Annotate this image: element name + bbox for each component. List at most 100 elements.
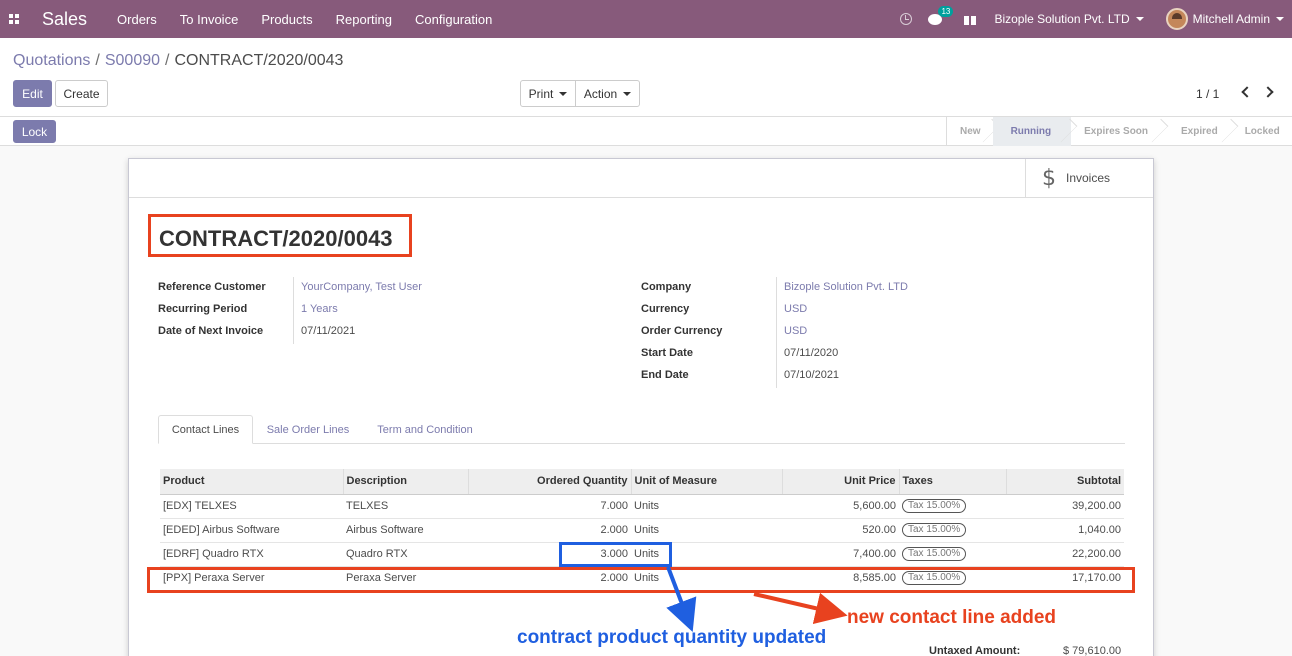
- recurring-period-link[interactable]: 1 Years: [301, 303, 338, 315]
- tax-badge: Tax 15.00%: [902, 523, 967, 537]
- field-label-currency: Currency: [641, 303, 690, 315]
- field-label-start-date: Start Date: [641, 347, 693, 359]
- cell-taxes: Tax 15.00%: [899, 518, 1006, 543]
- company-link[interactable]: Bizople Solution Pvt. LTD: [784, 281, 908, 293]
- company-switcher[interactable]: Bizople Solution Pvt. LTD: [994, 12, 1144, 26]
- column-header-subtotal[interactable]: Subtotal: [1006, 469, 1124, 495]
- end-date-value: 07/10/2021: [784, 369, 840, 381]
- action-dropdown[interactable]: Action: [575, 80, 640, 107]
- breadcrumb-separator: /: [95, 52, 100, 69]
- lock-button[interactable]: Lock: [13, 120, 56, 143]
- annotation-new-line: new contact line added: [847, 607, 1057, 628]
- table-row[interactable]: [EDX] TELXES TELXES 7.000 Units 5,600.00…: [160, 494, 1124, 519]
- table-header-row: Product Description Ordered Quantity Uni…: [160, 469, 1124, 495]
- order-currency-link[interactable]: USD: [784, 325, 807, 337]
- apps-menu-icon[interactable]: [0, 0, 28, 38]
- message-count-badge: 13: [938, 5, 954, 17]
- action-label: Action: [583, 86, 618, 101]
- invoices-smart-button[interactable]: $ Invoices: [1025, 159, 1153, 197]
- column-header-description[interactable]: Description: [343, 469, 469, 495]
- status-running[interactable]: Running: [992, 117, 1072, 146]
- caret-down-icon: [559, 91, 568, 96]
- messages-chat-icon[interactable]: 13: [928, 5, 954, 25]
- next-invoice-date-value: 07/11/2021: [301, 325, 356, 337]
- top-navbar: Sales Orders To Invoice Products Reporti…: [0, 0, 1292, 38]
- status-locked[interactable]: Locked: [1232, 117, 1288, 146]
- breadcrumb-order[interactable]: S00090: [105, 52, 160, 69]
- cell-subtotal: 39,200.00: [1006, 494, 1124, 519]
- breadcrumb: Quotations / S00090/CONTRACT/2020/0043: [13, 52, 343, 70]
- quantity-highlight-box: [559, 542, 672, 567]
- edit-button[interactable]: Edit: [13, 80, 52, 107]
- untaxed-amount-value: $ 79,610.00: [1063, 645, 1122, 656]
- field-label-end-date: End Date: [641, 369, 689, 381]
- app-name[interactable]: Sales: [42, 9, 87, 30]
- table-row[interactable]: [EDED] Airbus Software Airbus Software 2…: [160, 518, 1124, 543]
- button-box: $ Invoices: [129, 159, 1153, 198]
- cell-subtotal: 1,040.00: [1006, 518, 1124, 543]
- menu-products[interactable]: Products: [261, 12, 312, 27]
- create-button[interactable]: Create: [55, 80, 108, 107]
- print-dropdown[interactable]: Print: [520, 80, 576, 107]
- caret-down-icon: [1135, 17, 1144, 21]
- column-header-taxes[interactable]: Taxes: [899, 469, 1007, 495]
- currency-link[interactable]: USD: [784, 303, 807, 315]
- breadcrumb-quotations[interactable]: Quotations: [13, 52, 90, 69]
- cell-unit-price: 5,600.00: [782, 494, 899, 519]
- status-new[interactable]: New: [947, 117, 993, 146]
- cell-description: Airbus Software: [343, 518, 468, 543]
- column-header-product[interactable]: Product: [160, 469, 344, 495]
- column-header-ordered-quantity[interactable]: Ordered Quantity: [468, 469, 632, 495]
- caret-down-icon: [623, 91, 632, 96]
- activity-clock-icon[interactable]: [900, 13, 913, 25]
- tab-sale-order-lines[interactable]: Sale Order Lines: [255, 415, 361, 444]
- field-label-reference-customer: Reference Customer: [158, 281, 266, 293]
- user-menu[interactable]: Mitchell Admin: [1193, 12, 1284, 26]
- pager-previous-icon[interactable]: [1241, 86, 1253, 98]
- menu-configuration[interactable]: Configuration: [415, 12, 492, 27]
- field-label-next-invoice-date: Date of Next Invoice: [158, 325, 264, 337]
- tax-badge: Tax 15.00%: [902, 499, 967, 513]
- notebook-tabs: Contact Lines Sale Order Lines Term and …: [158, 415, 1125, 444]
- gift-icon[interactable]: [964, 13, 977, 25]
- field-label-order-currency: Order Currency: [641, 325, 723, 337]
- status-expired[interactable]: Expired: [1162, 117, 1232, 146]
- status-steps: New Running Expires Soon Expired Locked: [946, 117, 1288, 146]
- field-divider: [776, 277, 777, 388]
- control-panel: Quotations / S00090/CONTRACT/2020/0043 Edi…: [0, 38, 1292, 117]
- cell-product: [EDED] Airbus Software: [160, 518, 343, 543]
- title-highlight-box: [148, 214, 412, 257]
- pager-next-icon[interactable]: [1262, 86, 1274, 98]
- tab-term-and-condition[interactable]: Term and Condition: [363, 415, 487, 444]
- field-label-recurring-period: Recurring Period: [158, 303, 248, 315]
- cell-uom: Units: [631, 518, 782, 543]
- breadcrumb-separator: /: [165, 52, 170, 69]
- new-line-highlight-box: [147, 567, 1135, 593]
- field-divider: [293, 277, 294, 344]
- start-date-value: 07/11/2020: [784, 347, 839, 359]
- cell-quantity: 7.000: [468, 494, 631, 519]
- dollar-icon: $: [1042, 165, 1056, 191]
- tab-contact-lines[interactable]: Contact Lines: [158, 415, 253, 444]
- user-avatar[interactable]: [1165, 8, 1188, 30]
- cell-subtotal: 22,200.00: [1006, 542, 1124, 567]
- cell-unit-price: 7,400.00: [782, 542, 899, 567]
- cell-product: [EDRF] Quadro RTX: [160, 542, 343, 567]
- reference-customer-link[interactable]: YourCompany, Test User: [301, 281, 422, 293]
- invoices-label: Invoices: [1066, 171, 1111, 185]
- print-label: Print: [528, 86, 554, 101]
- menu-reporting[interactable]: Reporting: [336, 12, 392, 27]
- cell-product: [EDX] TELXES: [160, 494, 343, 519]
- cell-description: Quadro RTX: [343, 542, 468, 567]
- menu-orders[interactable]: Orders: [117, 12, 157, 27]
- column-header-unit-price[interactable]: Unit Price: [782, 469, 900, 495]
- annotation-quantity-updated: contract product quantity updated: [517, 627, 827, 648]
- tax-badge: Tax 15.00%: [902, 547, 967, 561]
- menu-to-invoice[interactable]: To Invoice: [180, 12, 239, 27]
- status-expires-soon[interactable]: Expires Soon: [1071, 117, 1162, 146]
- pager-value[interactable]: 1 / 1: [1196, 87, 1219, 101]
- column-header-unit-of-measure[interactable]: Unit of Measure: [631, 469, 783, 495]
- breadcrumb-current: CONTRACT/2020/0043: [174, 52, 344, 69]
- cell-uom: Units: [631, 494, 782, 519]
- cell-unit-price: 520.00: [782, 518, 899, 543]
